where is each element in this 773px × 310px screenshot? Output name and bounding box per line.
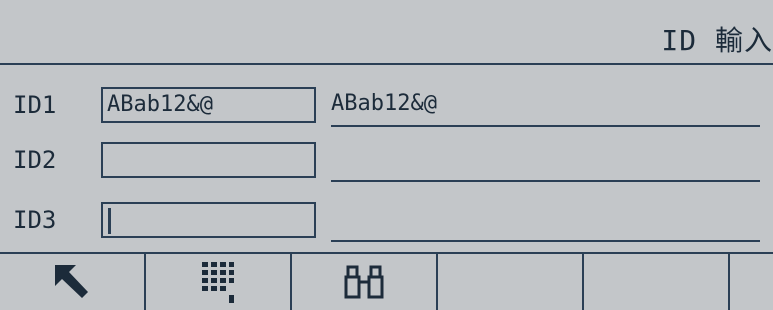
- id2-input[interactable]: [101, 142, 316, 178]
- page-title: ID 輸入: [661, 24, 773, 57]
- keypad-softkey[interactable]: [146, 254, 292, 310]
- softkey-6[interactable]: [730, 254, 773, 310]
- binoculars-icon: [344, 265, 384, 299]
- id1-label: ID1: [13, 91, 57, 119]
- id3-row: ID3: [0, 200, 773, 250]
- exit-softkey[interactable]: [0, 254, 146, 310]
- id3-value-underline: [331, 240, 760, 242]
- id2-row: ID2: [0, 140, 773, 190]
- text-cursor: [108, 208, 111, 234]
- id1-value-underline: [331, 125, 760, 127]
- search-softkey[interactable]: [292, 254, 438, 310]
- id2-label: ID2: [13, 146, 57, 174]
- keypad-icon: [202, 262, 234, 303]
- id3-label: ID3: [13, 206, 57, 234]
- id1-value: ABab12&@: [331, 91, 437, 116]
- softkey-4[interactable]: [438, 254, 584, 310]
- id1-input[interactable]: ABab12&@: [101, 87, 316, 123]
- exit-arrow-icon: [55, 265, 88, 298]
- id3-input[interactable]: [101, 202, 316, 238]
- softkey-bar: [0, 252, 773, 310]
- id2-value-underline: [331, 180, 760, 182]
- softkey-5[interactable]: [584, 254, 730, 310]
- id1-row: ID1 ABab12&@ ABab12&@: [0, 85, 773, 135]
- title-bar: ID 輸入: [0, 13, 773, 65]
